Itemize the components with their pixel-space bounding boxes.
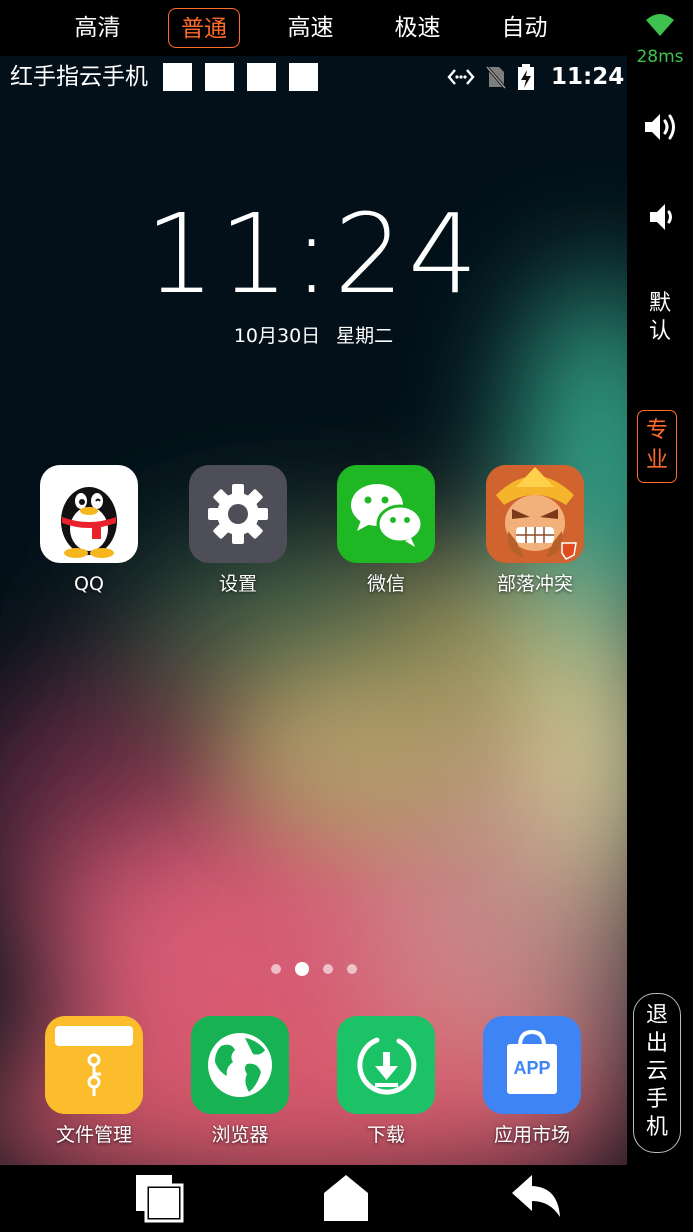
quality-hd-button[interactable]: 高清 [44, 8, 151, 48]
app-wechat[interactable]: 微信 [331, 465, 441, 597]
app-file-manager[interactable]: 文件管理 [39, 1016, 149, 1148]
status-bar-title: 红手指云手机 [10, 64, 148, 90]
redacted-blocks [163, 63, 318, 91]
app-qq[interactable]: QQ [34, 465, 144, 597]
back-icon [512, 1175, 560, 1217]
clash-of-clans-icon [486, 465, 584, 563]
volume-up-button[interactable] [627, 110, 693, 144]
mode-default-button[interactable]: 默 认 [627, 290, 693, 346]
quality-fast-button[interactable]: 高速 [257, 8, 364, 48]
quality-normal-button[interactable]: 普通 [168, 8, 240, 48]
gear-icon [189, 465, 287, 563]
battery-charging-icon [518, 64, 534, 90]
phone-screen: 红手指云手机 11:24 11:24 10月30日 星期二 QQ 设置 微信 部… [0, 56, 627, 1165]
clock-widget-time[interactable]: 11:24 [0, 196, 627, 312]
app-label: 部落冲突 [496, 573, 573, 595]
app-market[interactable]: APP 应用市场 [477, 1016, 587, 1148]
status-bar-time: 11:24 [551, 64, 625, 90]
latency-readout: 28ms [636, 47, 684, 67]
app-label: 下载 [366, 1124, 405, 1146]
data-sync-icon [447, 69, 475, 85]
wechat-icon [337, 465, 435, 563]
page-indicator [0, 962, 627, 976]
quality-selector-bar: 高清 普通 高速 极速 自动 [0, 0, 627, 56]
page-dot[interactable] [346, 964, 357, 974]
download-icon [337, 1016, 435, 1114]
qq-penguin-icon [40, 465, 138, 563]
app-clash-of-clans[interactable]: 部落冲突 [480, 465, 590, 597]
recent-apps-icon [136, 1175, 184, 1223]
navigation-bar [0, 1165, 627, 1232]
wifi-signal-icon [627, 12, 693, 42]
file-folder-icon [45, 1016, 143, 1114]
clock-widget-date: 10月30日 星期二 [233, 325, 394, 347]
app-label: QQ [74, 573, 104, 595]
exit-cloud-phone-button[interactable]: 退 出 云 手 机 [633, 993, 681, 1153]
home-icon [324, 1175, 368, 1221]
app-browser[interactable]: 浏览器 [185, 1016, 295, 1148]
volume-up-icon [645, 114, 675, 140]
page-dot-current[interactable] [294, 962, 309, 976]
status-bar: 红手指云手机 11:24 [0, 56, 627, 98]
page-dot[interactable] [322, 964, 333, 974]
home-button[interactable] [322, 1173, 370, 1227]
app-store-badge-text: APP [513, 1058, 551, 1078]
volume-down-button[interactable] [627, 200, 693, 234]
volume-down-icon [650, 204, 672, 230]
app-label: 设置 [218, 573, 257, 595]
app-settings[interactable]: 设置 [183, 465, 293, 597]
app-download[interactable]: 下载 [331, 1016, 441, 1148]
quality-turbo-button[interactable]: 极速 [364, 8, 471, 48]
recent-apps-button[interactable] [133, 1173, 185, 1227]
no-sim-icon [485, 66, 507, 89]
app-label: 微信 [366, 573, 405, 595]
app-label: 文件管理 [55, 1124, 132, 1146]
app-label: 浏览器 [211, 1124, 269, 1146]
mode-pro-button[interactable]: 专 业 [637, 410, 677, 483]
app-label: 应用市场 [493, 1124, 570, 1146]
back-button[interactable] [510, 1173, 562, 1225]
right-control-panel: 28ms 默 认 专 业 退 出 云 手 机 [627, 0, 693, 1232]
app-store-icon: APP [483, 1016, 581, 1114]
globe-icon [191, 1016, 289, 1114]
page-dot[interactable] [270, 964, 281, 974]
quality-auto-button[interactable]: 自动 [471, 8, 578, 48]
